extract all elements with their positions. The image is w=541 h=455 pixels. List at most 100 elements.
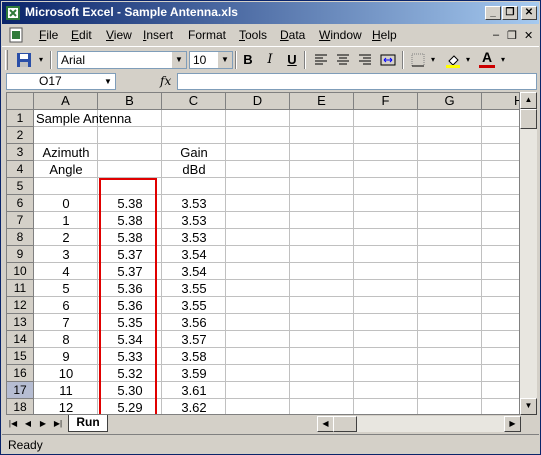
row-header[interactable]: 11	[7, 280, 34, 297]
table-cell[interactable]: 12	[34, 399, 98, 414]
table-cell[interactable]: 3.56	[162, 314, 226, 331]
table-cell[interactable]: 5	[34, 280, 98, 297]
row-header[interactable]: 14	[7, 331, 34, 348]
row-header[interactable]: 5	[7, 178, 34, 195]
table-cell[interactable]: 11	[34, 382, 98, 399]
formula-input[interactable]	[177, 73, 537, 90]
row-header[interactable]: 18	[7, 399, 34, 414]
table-cell[interactable]: 3.53	[162, 212, 226, 229]
align-left-icon[interactable]	[311, 50, 331, 70]
menu-tools[interactable]: Tools	[239, 28, 267, 42]
first-sheet-icon[interactable]: |◀	[7, 417, 19, 431]
row-header[interactable]: 7	[7, 212, 34, 229]
fill-color-icon[interactable]	[443, 50, 463, 70]
doc-restore-button[interactable]: ❐	[507, 29, 517, 42]
menu-format[interactable]: Format	[188, 28, 226, 42]
table-cell[interactable]: 9	[34, 348, 98, 365]
table-cell[interactable]: 3.59	[162, 365, 226, 382]
column-header-c[interactable]: C	[162, 93, 226, 110]
fx-icon[interactable]: fx	[160, 74, 171, 88]
row-header[interactable]: 13	[7, 314, 34, 331]
table-cell[interactable]: 3.57	[162, 331, 226, 348]
row-header[interactable]: 2	[7, 127, 34, 144]
cell-a3[interactable]: Azimuth	[34, 144, 98, 161]
table-cell[interactable]: 4	[34, 263, 98, 280]
vertical-scrollbar[interactable]: ▲ ▼	[520, 92, 537, 415]
table-cell[interactable]: 3.58	[162, 348, 226, 365]
doc-close-button[interactable]: ✕	[524, 29, 533, 42]
align-center-icon[interactable]	[333, 50, 353, 70]
menu-view[interactable]: View	[106, 28, 132, 42]
horizontal-scroll-thumb[interactable]	[333, 416, 357, 432]
table-cell[interactable]: 2	[34, 229, 98, 246]
table-cell[interactable]: 3.62	[162, 399, 226, 414]
restore-button[interactable]: ❐	[502, 6, 518, 20]
scroll-left-icon[interactable]: ◀	[317, 416, 334, 432]
align-right-icon[interactable]	[355, 50, 375, 70]
table-cell[interactable]: 3.61	[162, 382, 226, 399]
horizontal-scrollbar[interactable]: ◀ ▶	[317, 416, 521, 432]
row-header[interactable]: 15	[7, 348, 34, 365]
fill-color-chevron-down-icon[interactable]: ▾	[463, 50, 473, 70]
bold-button[interactable]: B	[238, 50, 258, 70]
vertical-scroll-thumb[interactable]	[520, 109, 537, 129]
menu-insert[interactable]: Insert	[143, 28, 173, 42]
scroll-down-icon[interactable]: ▼	[520, 398, 537, 415]
cell-c4[interactable]: dBd	[162, 161, 226, 178]
column-header-f[interactable]: F	[354, 93, 418, 110]
chevron-down-icon[interactable]: ▼	[172, 52, 186, 68]
close-button[interactable]: ✕	[521, 6, 537, 20]
row-header[interactable]: 8	[7, 229, 34, 246]
font-color-chevron-down-icon[interactable]: ▾	[498, 50, 508, 70]
last-sheet-icon[interactable]: ▶|	[52, 417, 64, 431]
cell-a1-title[interactable]: Sample Antenna	[34, 110, 162, 127]
table-cell[interactable]: 10	[34, 365, 98, 382]
chevron-down-icon[interactable]: ▼	[218, 52, 232, 68]
scroll-right-icon[interactable]: ▶	[504, 416, 521, 432]
table-cell[interactable]: 7	[34, 314, 98, 331]
chevron-down-icon[interactable]: ▼	[101, 74, 115, 89]
font-name-combo[interactable]: Arial ▼	[57, 51, 187, 69]
table-cell[interactable]: 3.55	[162, 297, 226, 314]
underline-button[interactable]: U	[282, 50, 302, 70]
borders-chevron-down-icon[interactable]: ▾	[428, 50, 438, 70]
column-header-e[interactable]: E	[290, 93, 354, 110]
italic-button[interactable]: I	[260, 50, 280, 70]
row-header[interactable]: 6	[7, 195, 34, 212]
sheet-tab-run[interactable]: Run	[68, 415, 108, 432]
menu-data[interactable]: Data	[280, 28, 305, 42]
menu-edit[interactable]: Edit	[71, 28, 92, 42]
minimize-button[interactable]: _	[485, 6, 501, 20]
cell-c3[interactable]: Gain	[162, 144, 226, 161]
table-cell[interactable]: 6	[34, 297, 98, 314]
borders-icon[interactable]	[408, 50, 428, 70]
doc-minimize-button[interactable]: –	[493, 29, 499, 41]
row-header[interactable]: 1	[7, 110, 34, 127]
row-header[interactable]: 10	[7, 263, 34, 280]
select-all-corner[interactable]	[7, 93, 34, 110]
column-header-a[interactable]: A	[34, 93, 98, 110]
table-cell[interactable]: 1	[34, 212, 98, 229]
font-color-icon[interactable]: A	[477, 50, 497, 70]
merge-center-icon[interactable]	[378, 50, 398, 70]
column-header-d[interactable]: D	[226, 93, 290, 110]
table-cell[interactable]: 3.53	[162, 229, 226, 246]
name-box[interactable]: O17 ▼	[6, 73, 116, 90]
table-cell[interactable]: 3.55	[162, 280, 226, 297]
prev-sheet-icon[interactable]: ◀	[22, 417, 34, 431]
font-size-combo[interactable]: 10 ▼	[189, 51, 233, 69]
column-header-h[interactable]: H	[482, 93, 519, 110]
save-icon[interactable]	[14, 50, 34, 70]
row-header-selected[interactable]: 17	[7, 382, 34, 399]
row-header[interactable]: 16	[7, 365, 34, 382]
row-header[interactable]: 3	[7, 144, 34, 161]
next-sheet-icon[interactable]: ▶	[37, 417, 49, 431]
row-header[interactable]: 12	[7, 297, 34, 314]
menu-help[interactable]: Help	[372, 28, 397, 42]
toolbar-options-icon[interactable]: ▾	[36, 50, 46, 70]
scroll-up-icon[interactable]: ▲	[520, 92, 537, 109]
toolbar-grip[interactable]	[5, 50, 8, 70]
excel-app-icon[interactable]	[5, 5, 21, 21]
column-header-b[interactable]: B	[98, 93, 162, 110]
row-header[interactable]: 9	[7, 246, 34, 263]
